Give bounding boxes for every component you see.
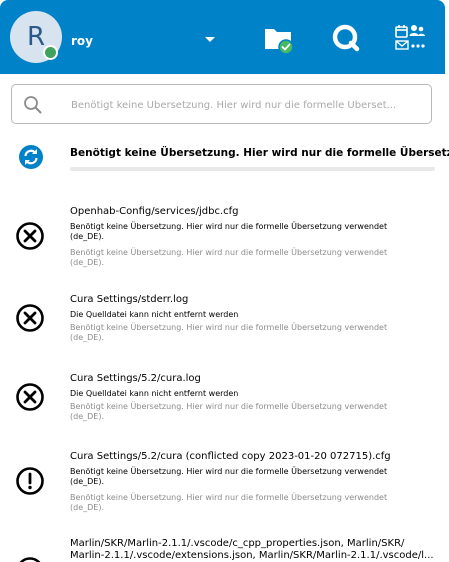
activity-title: Cura Settings/5.2/cura.log: [70, 373, 201, 384]
sync-status: Benötigt keine Übersetzung. Hier wird nu…: [0, 140, 449, 176]
status-online-icon: [43, 45, 58, 60]
activity-title: Cura Settings/5.2/cura (conflicted copy …: [70, 451, 391, 462]
calendar-contacts-mail-icon[interactable]: [394, 24, 426, 56]
activity-message: Die Quelldatei kann nicht entfernt werde…: [70, 310, 239, 319]
activity-title: Openhab-Config/services/jdbc.cfg: [70, 206, 239, 217]
activity-message: Die Quelldatei kann nicht entfernt werde…: [70, 389, 239, 398]
sync-progress-bar: [70, 167, 435, 171]
account-dropdown-chevron-down-icon[interactable]: [205, 37, 215, 42]
activity-item[interactable]: Cura Settings/stderr.log Die Quelldatei …: [0, 294, 449, 354]
account-username[interactable]: roy: [71, 34, 93, 48]
activity-message: Benötigt keine Übersetzung. Hier wird nu…: [70, 467, 388, 486]
folder-check-icon[interactable]: [263, 25, 297, 55]
warning-exclamation-icon: [16, 467, 44, 495]
search-icon: [24, 96, 42, 114]
activity-item[interactable]: Cura Settings/5.2/cura (conflicted copy …: [0, 451, 449, 521]
error-x-icon: [16, 383, 44, 411]
activity-window: R roy Benötigt keine Übersetzung. Hier w…: [0, 0, 449, 562]
activity-message: Benötigt keine Übersetzung. Hier wird nu…: [70, 222, 388, 241]
activity-item[interactable]: Marlin/SKR/Marlin-2.1.1/.vscode/c_cpp_pr…: [0, 538, 449, 562]
talk-search-icon[interactable]: [331, 23, 361, 53]
header-bar: R roy: [0, 0, 445, 74]
error-x-icon: [16, 222, 44, 250]
search-box: [11, 84, 432, 124]
activity-title: Cura Settings/stderr.log: [70, 294, 189, 305]
activity-detail: Benötigt keine Übersetzung. Hier wird nu…: [70, 402, 388, 421]
error-x-icon: [19, 557, 41, 562]
activity-title: Marlin/SKR/Marlin-2.1.1/.vscode/c_cpp_pr…: [70, 538, 434, 561]
search-input[interactable]: [69, 94, 423, 116]
activity-item[interactable]: Cura Settings/5.2/cura.log Die Quelldate…: [0, 373, 449, 433]
activity-item[interactable]: Openhab-Config/services/jdbc.cfg Benötig…: [0, 206, 449, 276]
activity-detail: Benötigt keine Übersetzung. Hier wird nu…: [70, 323, 388, 342]
activity-detail: Benötigt keine Übersetzung. Hier wird nu…: [70, 248, 388, 267]
activity-detail: Benötigt keine Übersetzung. Hier wird nu…: [70, 493, 388, 512]
sync-status-text: Benötigt keine Übersetzung. Hier wird nu…: [70, 147, 449, 159]
sync-icon: [19, 145, 43, 169]
error-x-icon: [16, 304, 44, 332]
